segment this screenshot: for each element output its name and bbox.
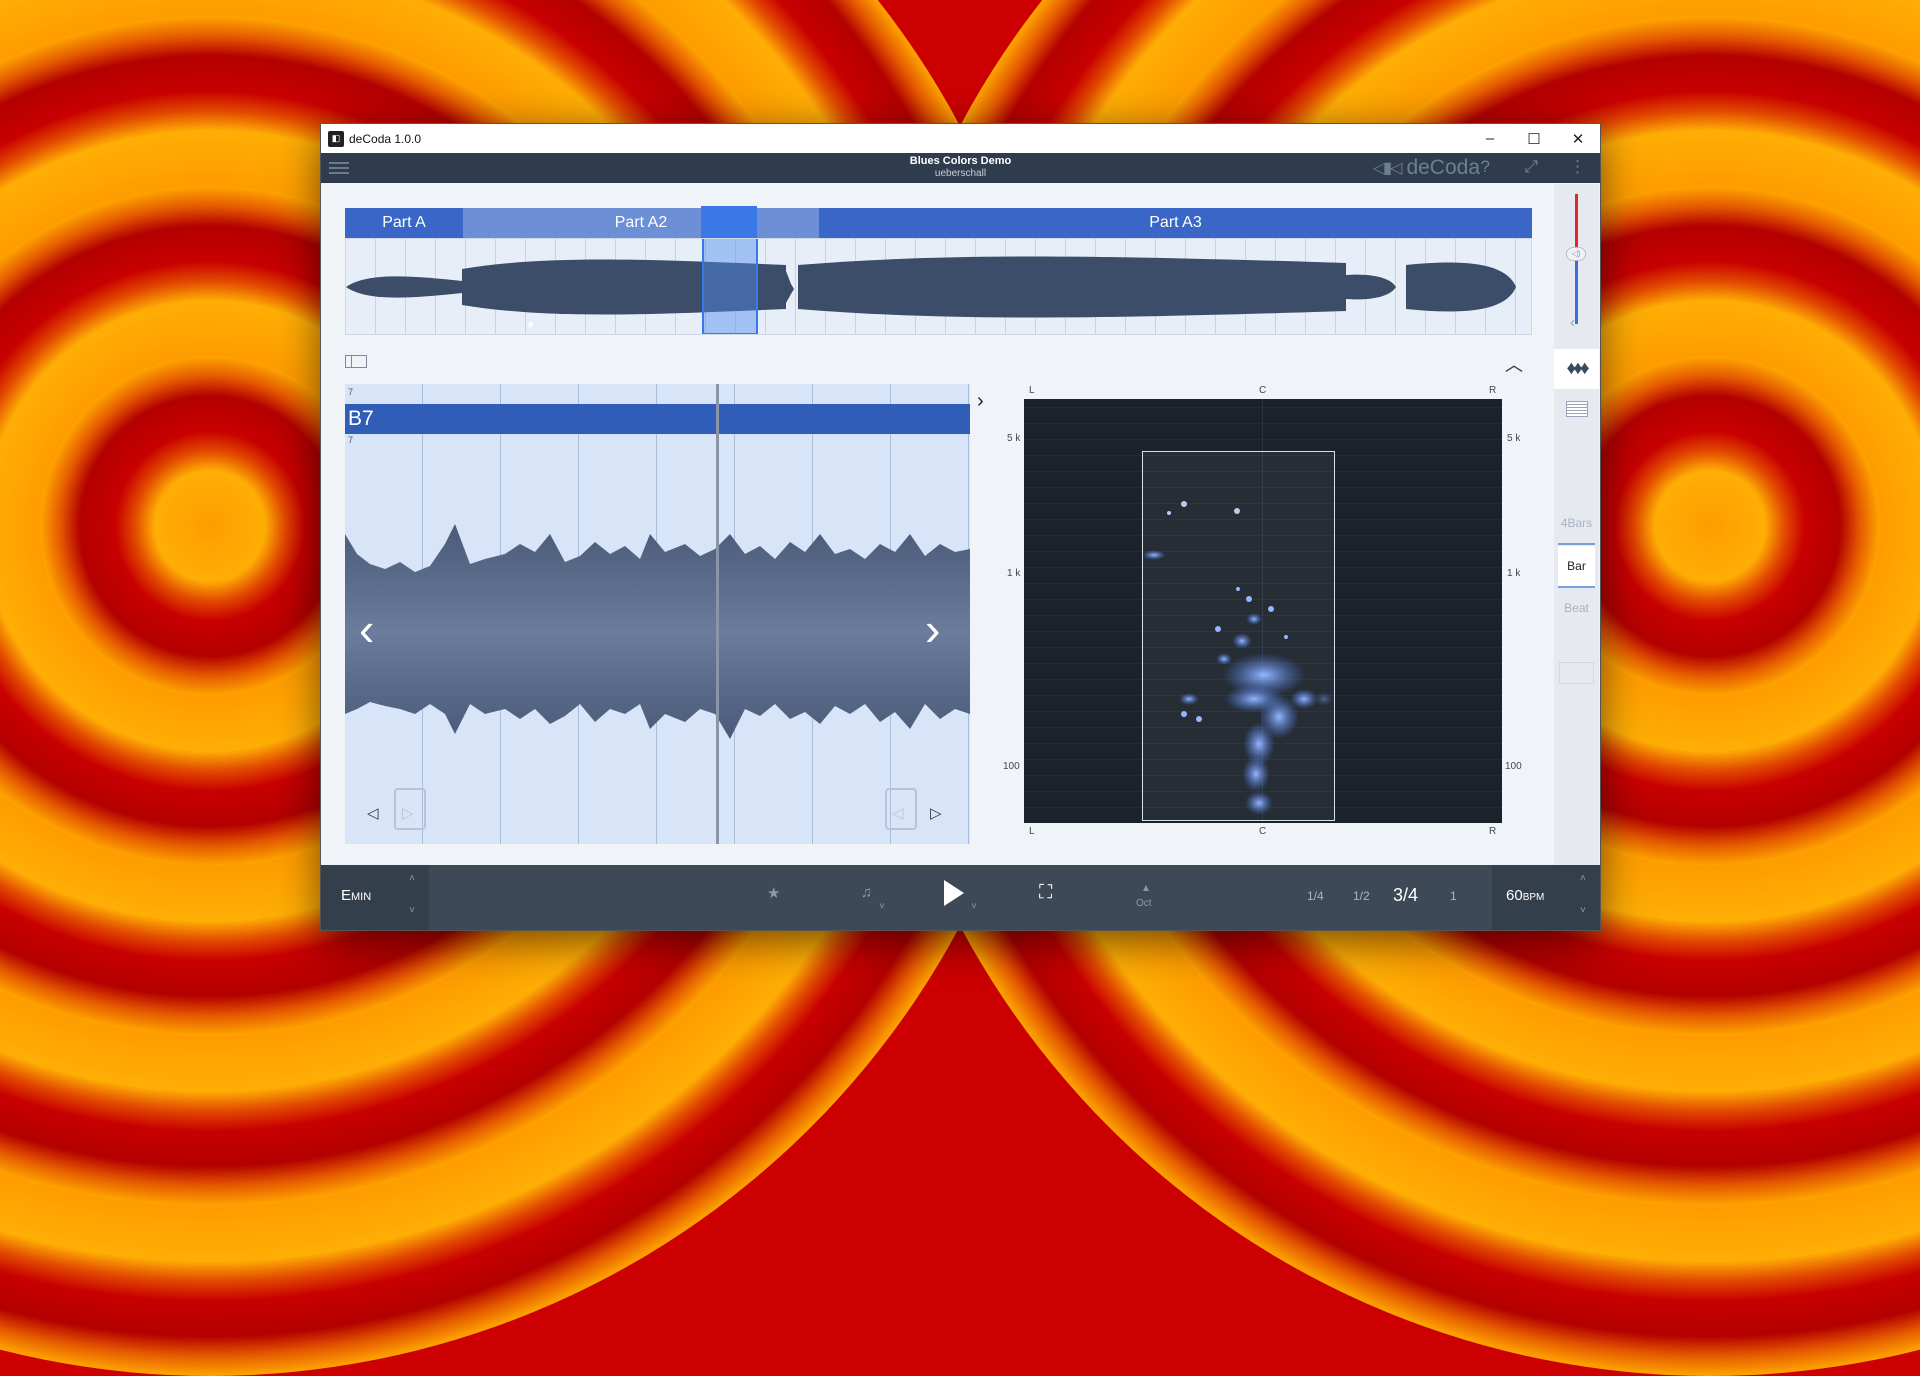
- next-bar-chevron[interactable]: ›: [925, 602, 940, 656]
- key-up-icon[interactable]: ˄: [409, 873, 415, 884]
- stereo-spectrum[interactable]: [1024, 399, 1502, 823]
- decoda-logo-icon: ◁▮◁: [1373, 160, 1402, 177]
- marker-star-icon: ★: [526, 320, 535, 331]
- transport-bar: EMIN ˄ ˅ ★ ♫ ˅ ˅ ⛶ ▲ Oct 1/4 1/2 3/4 1 6…: [321, 865, 1600, 930]
- panel-toggle-icon[interactable]: [345, 355, 367, 368]
- waveform-icon: ♦♦♦: [1566, 358, 1589, 379]
- section-selection: [701, 206, 757, 238]
- help-button[interactable]: ?: [1481, 157, 1490, 177]
- metronome-icon[interactable]: ♫: [861, 884, 872, 901]
- waveform-view-button[interactable]: ♦♦♦: [1554, 349, 1599, 389]
- title-bar: ◧ deCoda 1.0.0 – ☐ ✕: [321, 124, 1600, 153]
- main-area: Part A Part A2 Part A3 ★ ︿ 7 B7 7 ‹ › ◁ …: [321, 184, 1543, 865]
- section-part-a2[interactable]: Part A2: [463, 208, 819, 238]
- tempo-up-icon[interactable]: ˄: [1580, 873, 1586, 884]
- octave-label[interactable]: Oct: [1136, 898, 1152, 909]
- brand-name: deCoda: [1406, 156, 1480, 179]
- fullscreen-icon[interactable]: ⤢: [1524, 157, 1538, 177]
- overview-wave-shape: [346, 256, 1516, 318]
- volume-knob-icon[interactable]: ◁): [1566, 247, 1586, 261]
- freq-label-5k-right: 5 k: [1507, 433, 1521, 444]
- brand-logo: ◁▮◁ deCoda: [1373, 156, 1480, 180]
- section-part-a3[interactable]: Part A3: [819, 208, 1532, 238]
- key-down-icon[interactable]: ˅: [409, 905, 415, 916]
- minimize-button[interactable]: –: [1468, 124, 1512, 153]
- loop-right-next-icon[interactable]: ▷: [930, 804, 942, 822]
- resolution-bar[interactable]: Bar: [1558, 546, 1595, 588]
- expand-spectrum-chevron-icon[interactable]: ›: [977, 390, 984, 413]
- app-logo-icon: ◧: [328, 130, 344, 147]
- beat-count[interactable]: 1: [1450, 889, 1457, 903]
- spec-bottom-center-label: C: [1259, 826, 1267, 837]
- freq-label-5k-left: 5 k: [1007, 433, 1021, 444]
- loop-end-play-icon[interactable]: ◁: [892, 804, 904, 822]
- freq-label-1k-left: 1 k: [1007, 568, 1021, 579]
- tempo-display: 60BPM: [1506, 887, 1545, 904]
- section-bar: Part A Part A2 Part A3: [345, 206, 1532, 238]
- freq-label-100-left: 100: [1003, 761, 1020, 772]
- freq-label-1k-right: 1 k: [1507, 568, 1521, 579]
- time-signature[interactable]: 3/4: [1393, 885, 1418, 906]
- metronome-dropdown-icon[interactable]: ˅: [879, 901, 885, 912]
- detail-waveform[interactable]: 7 B7 7 ‹ › ◁ ▷ ◁ ▷: [345, 384, 970, 844]
- app-header: Blues Colors Demo ueberschall ◁▮◁ deCoda…: [321, 153, 1600, 183]
- spec-bottom-left-label: L: [1029, 826, 1035, 837]
- resolution-4bars[interactable]: 4Bars: [1558, 503, 1595, 545]
- stereo-selection-box[interactable]: [1142, 451, 1335, 821]
- sidebar-empty-slot[interactable]: [1559, 662, 1594, 684]
- marker-star-button[interactable]: ★: [767, 884, 780, 902]
- collapse-chevron-icon[interactable]: ︿: [1505, 351, 1523, 377]
- app-window: ◧ deCoda 1.0.0 – ☐ ✕ Blues Colors Demo u…: [320, 123, 1601, 931]
- list-view-button[interactable]: [1554, 389, 1599, 429]
- play-button[interactable]: [944, 880, 964, 906]
- spec-top-left-label: L: [1029, 385, 1035, 396]
- spec-top-center-label: C: [1259, 385, 1267, 396]
- spec-top-right-label: R: [1489, 385, 1497, 396]
- resolution-beat[interactable]: Beat: [1558, 588, 1595, 628]
- playhead[interactable]: [716, 384, 719, 844]
- detail-wave-shape: [345, 524, 970, 739]
- freq-label-100-right: 100: [1505, 761, 1522, 772]
- close-button[interactable]: ✕: [1556, 124, 1600, 153]
- fit-selection-icon[interactable]: ⛶: [1039, 882, 1052, 904]
- sidebar-collapse-chevron-icon[interactable]: ‹: [1570, 314, 1575, 332]
- maximize-button[interactable]: ☐: [1512, 124, 1556, 153]
- list-icon: [1565, 401, 1588, 417]
- tempo-selector[interactable]: 60BPM ˄ ˅: [1492, 865, 1600, 930]
- spec-bottom-right-label: R: [1489, 826, 1497, 837]
- fraction-quarter[interactable]: 1/4: [1307, 889, 1324, 903]
- overview-selection[interactable]: [702, 239, 758, 334]
- overview-waveform[interactable]: ★: [345, 238, 1532, 335]
- loop-left-prev-icon[interactable]: ◁: [367, 804, 379, 822]
- more-options-icon[interactable]: ⋮: [1569, 157, 1586, 177]
- key-display: EMIN: [341, 887, 372, 904]
- window-title: deCoda 1.0.0: [349, 131, 422, 146]
- play-dropdown-icon[interactable]: ˅: [971, 901, 977, 912]
- loop-start-play-icon[interactable]: ▷: [402, 804, 414, 822]
- fraction-half[interactable]: 1/2: [1353, 889, 1370, 903]
- octave-up-icon[interactable]: ▲: [1141, 883, 1151, 894]
- tempo-down-icon[interactable]: ˅: [1580, 905, 1586, 916]
- key-selector[interactable]: EMIN ˄ ˅: [321, 865, 429, 930]
- section-part-a[interactable]: Part A: [345, 208, 463, 238]
- right-sidebar: ◁) ‹ ♦♦♦ 4Bars Bar Beat: [1554, 184, 1599, 865]
- previous-bar-chevron[interactable]: ‹: [359, 602, 374, 656]
